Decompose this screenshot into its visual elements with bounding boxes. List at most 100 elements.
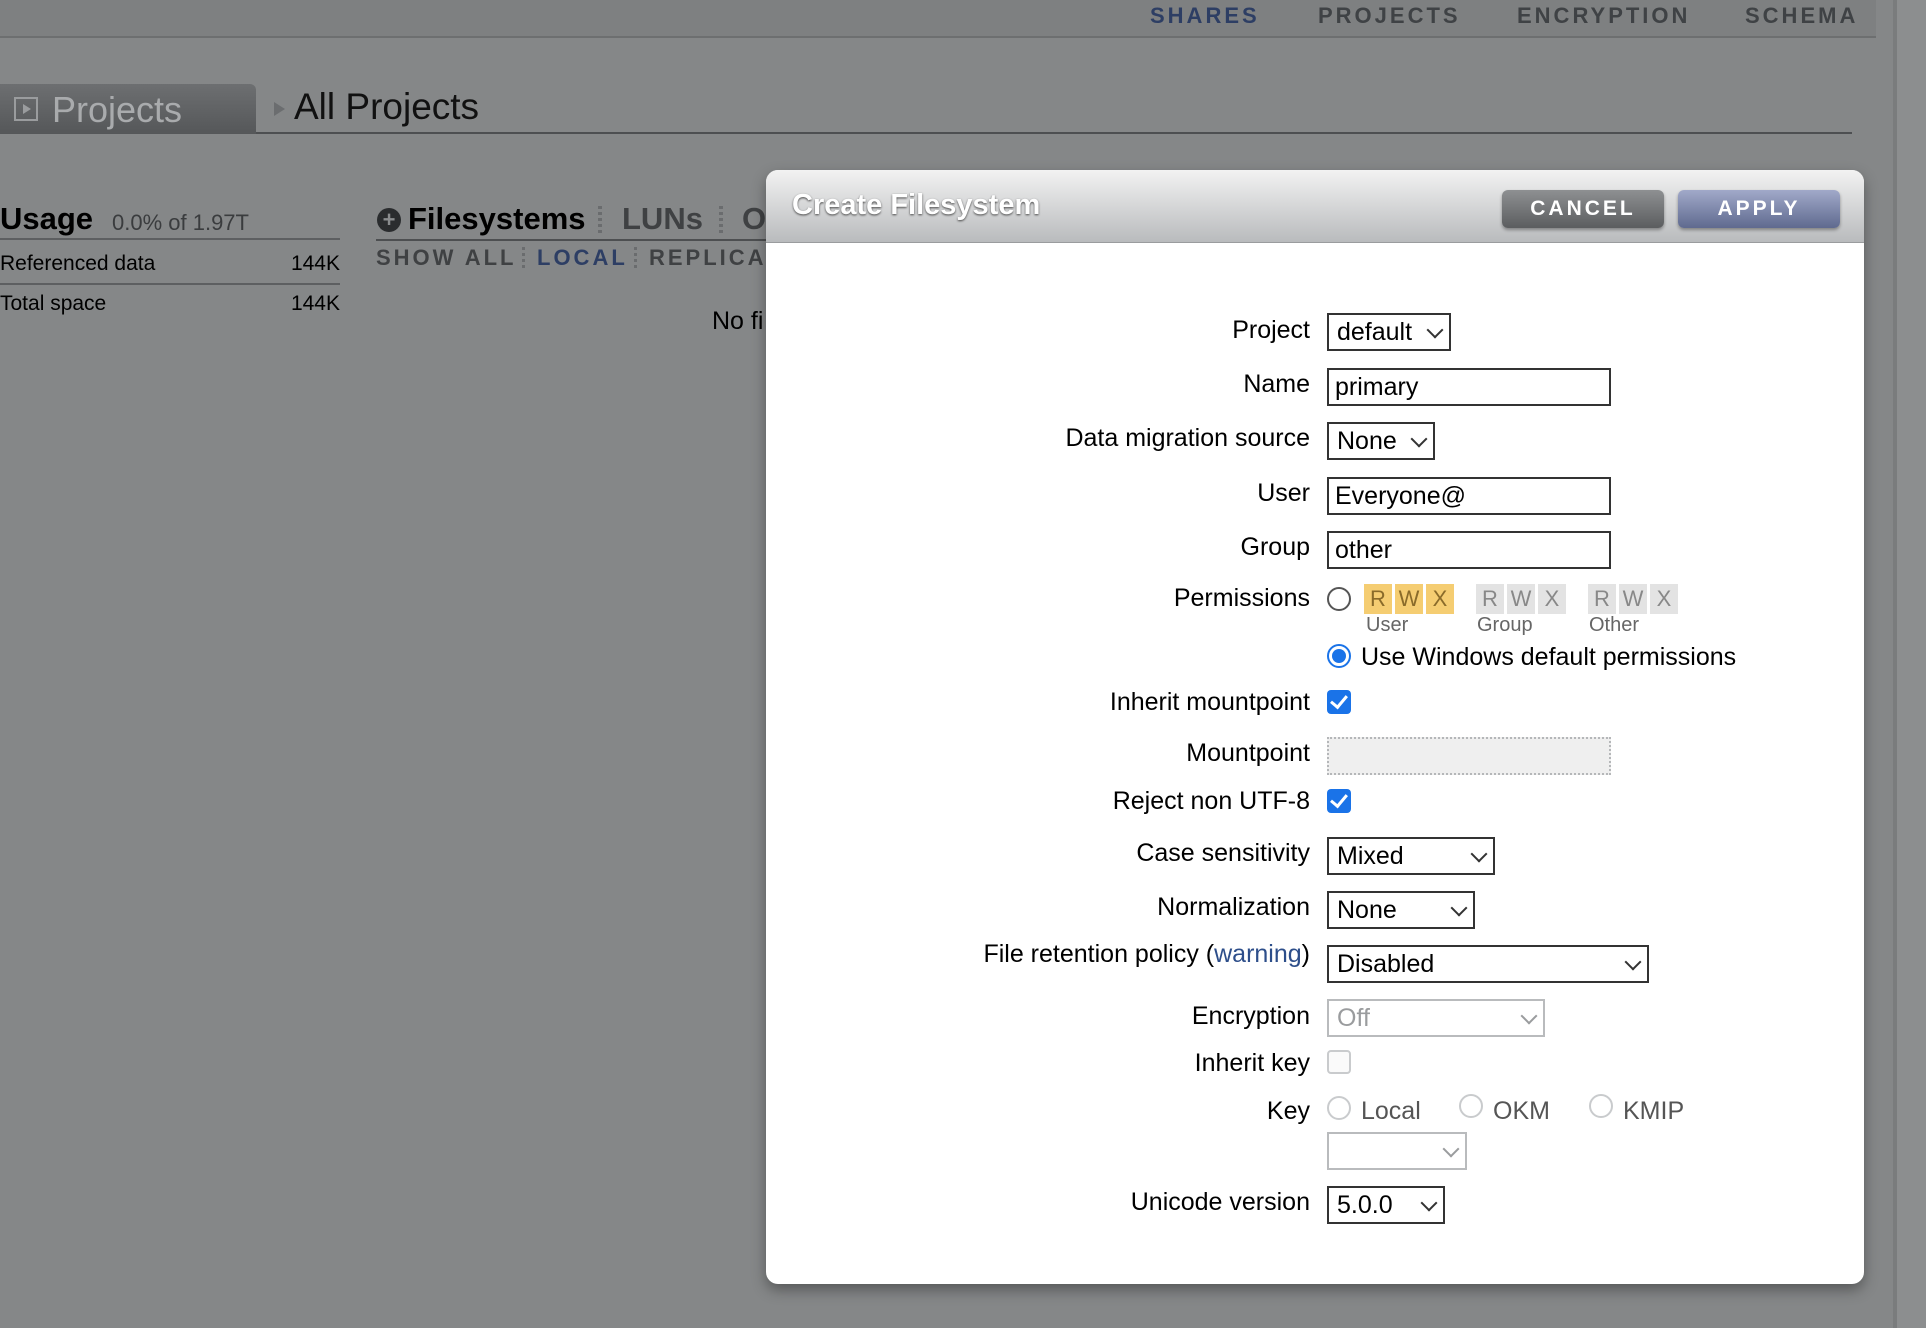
tab-separator	[598, 206, 602, 234]
user-label: User	[1257, 479, 1310, 507]
other-read-toggle[interactable]: R	[1588, 584, 1616, 614]
key-kmip-radio[interactable]	[1589, 1094, 1613, 1118]
usage-summary: 0.0% of 1.97T	[112, 210, 249, 235]
usage-row: Total space 144K	[0, 292, 340, 316]
group-label: Group	[1240, 533, 1310, 561]
windows-permissions-label: Use Windows default permissions	[1361, 643, 1737, 671]
user-write-toggle[interactable]: W	[1395, 584, 1423, 614]
unicode-version-label: Unicode version	[1130, 1188, 1310, 1216]
normalization-value: None	[1337, 896, 1397, 924]
usage-row-value: 144K	[290, 252, 340, 275]
chevron-down-icon	[1410, 430, 1428, 448]
project-select-value: default	[1337, 318, 1413, 346]
usage-title: Usage	[0, 201, 94, 236]
header-divider	[256, 132, 1852, 134]
filter-local[interactable]: LOCAL	[537, 245, 628, 271]
name-input[interactable]: primary	[1327, 368, 1611, 406]
chevron-down-icon	[1442, 1140, 1460, 1158]
scrollbar-thumb[interactable]	[1893, 0, 1897, 1328]
inherit-key-checkbox[interactable]	[1327, 1050, 1351, 1074]
permission-group-caption: Group	[1477, 614, 1533, 636]
group-input[interactable]: other	[1327, 531, 1611, 569]
filter-replica[interactable]: REPLICA	[649, 245, 767, 271]
reject-utf8-label: Reject non UTF-8	[1112, 787, 1310, 815]
add-filesystem-icon[interactable]: +	[377, 208, 401, 232]
unicode-version-value: 5.0.0	[1337, 1191, 1393, 1219]
case-sensitivity-value: Mixed	[1337, 842, 1404, 870]
usage-row: Referenced data 144K	[0, 252, 340, 276]
key-select[interactable]	[1327, 1132, 1467, 1170]
unix-permissions-radio[interactable]	[1327, 587, 1351, 611]
group-write-toggle[interactable]: W	[1507, 584, 1535, 614]
inherit-mountpoint-label: Inherit mountpoint	[1109, 688, 1310, 716]
inherit-mountpoint-checkbox[interactable]	[1327, 690, 1351, 714]
chevron-down-icon	[1520, 1007, 1538, 1025]
encryption-select[interactable]: Off	[1327, 999, 1545, 1037]
nav-tab-shares[interactable]: SHARES	[1150, 3, 1260, 29]
encryption-value: Off	[1337, 1004, 1370, 1032]
cancel-button[interactable]: CANCEL	[1502, 190, 1664, 228]
windows-permissions-radio[interactable]	[1327, 644, 1351, 668]
key-label: Key	[1266, 1097, 1310, 1125]
permission-user-caption: User	[1366, 614, 1409, 636]
permission-other-caption: Other	[1589, 614, 1640, 636]
nav-tab-encryption[interactable]: ENCRYPTION	[1517, 3, 1690, 29]
project-label: Project	[1232, 316, 1310, 344]
user-read-toggle[interactable]: R	[1364, 584, 1392, 614]
mountpoint-input[interactable]	[1327, 737, 1611, 775]
group-read-toggle[interactable]: R	[1476, 584, 1504, 614]
retention-label-suffix: )	[1301, 940, 1310, 968]
normalization-select[interactable]: None	[1327, 891, 1475, 929]
tab-luns[interactable]: LUNs	[622, 201, 703, 237]
migration-label: Data migration source	[1065, 424, 1310, 452]
filter-show-all[interactable]: SHOW ALL	[376, 245, 517, 271]
encryption-label: Encryption	[1191, 1002, 1310, 1030]
retention-value: Disabled	[1337, 950, 1435, 978]
unicode-version-select[interactable]: 5.0.0	[1327, 1186, 1445, 1224]
shares-divider	[376, 239, 766, 241]
field-labels: Project Name Data migration source User …	[766, 170, 1310, 1284]
usage-row-label: Referenced data	[0, 252, 156, 275]
chevron-down-icon	[1450, 899, 1468, 917]
case-sensitivity-label: Case sensitivity	[1136, 839, 1310, 867]
retention-select[interactable]: Disabled	[1327, 945, 1649, 983]
tab-filesystems[interactable]: Filesystems	[408, 201, 586, 237]
nav-tab-schema[interactable]: SCHEMA	[1745, 3, 1858, 29]
tab-other[interactable]: O	[742, 201, 766, 237]
name-label: Name	[1243, 370, 1310, 398]
other-execute-toggle[interactable]: X	[1650, 584, 1678, 614]
user-execute-toggle[interactable]: X	[1426, 584, 1454, 614]
usage-row-value: 144K	[290, 292, 340, 315]
expand-panel-icon[interactable]	[14, 97, 38, 121]
breadcrumb-arrow-icon	[274, 102, 285, 116]
usage-divider	[0, 283, 340, 285]
empty-state-text: No fi	[712, 307, 764, 335]
warning-link[interactable]: warning	[1214, 940, 1302, 968]
usage-row-label: Total space	[0, 292, 107, 315]
project-select[interactable]: default	[1327, 313, 1451, 351]
tab-separator	[719, 206, 723, 234]
chevron-down-icon	[1624, 953, 1642, 971]
chevron-down-icon	[1470, 845, 1488, 863]
reject-utf8-checkbox[interactable]	[1327, 789, 1351, 813]
create-filesystem-dialog: Create Filesystem CANCEL APPLY Project N…	[766, 170, 1864, 1284]
other-write-toggle[interactable]: W	[1619, 584, 1647, 614]
inherit-key-label: Inherit key	[1194, 1049, 1310, 1077]
group-execute-toggle[interactable]: X	[1538, 584, 1566, 614]
key-kmip-label: KMIP	[1623, 1097, 1685, 1125]
top-nav: SHARES PROJECTS ENCRYPTION SCHEMA	[0, 0, 1876, 38]
case-sensitivity-select[interactable]: Mixed	[1327, 837, 1495, 875]
chevron-down-icon	[1420, 1194, 1438, 1212]
page-scrollbar[interactable]	[1893, 0, 1926, 1328]
key-okm-radio[interactable]	[1459, 1094, 1483, 1118]
apply-button[interactable]: APPLY	[1678, 190, 1840, 228]
permissions-label: Permissions	[1173, 584, 1310, 612]
projects-panel-tab[interactable]: Projects	[0, 84, 256, 134]
retention-label-prefix: File retention policy (	[983, 940, 1215, 968]
normalization-label: Normalization	[1157, 893, 1310, 921]
migration-select[interactable]: None	[1327, 422, 1435, 460]
user-input[interactable]: Everyone@	[1327, 477, 1611, 515]
usage-divider	[0, 238, 340, 240]
key-local-radio[interactable]	[1327, 1096, 1351, 1120]
nav-tab-projects[interactable]: PROJECTS	[1318, 3, 1461, 29]
